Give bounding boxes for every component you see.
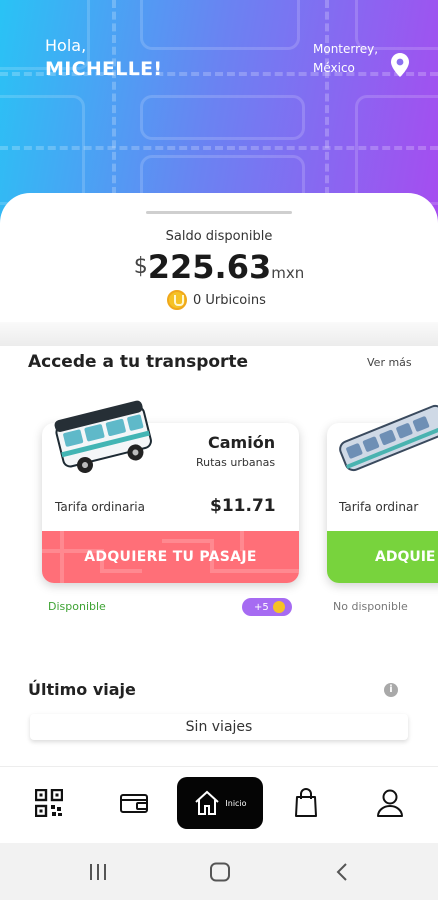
card-subtitle: Rutas urbanas (196, 456, 276, 469)
urbicoins: 0 Urbicoins (167, 290, 266, 310)
no-trips-box: Sin viajes (30, 714, 408, 740)
nav-home-label: Inicio (225, 798, 247, 808)
qr-code-icon (35, 789, 63, 817)
nav-wallet[interactable] (119, 784, 149, 822)
coin-reward-badge: +5 (242, 598, 292, 616)
balance-label: Saldo disponible (165, 229, 273, 244)
recent-apps-icon[interactable] (88, 863, 108, 881)
fare-label-2: Tarifa ordinar (339, 500, 419, 514)
profile-icon (377, 789, 403, 817)
currency-unit: mxn (271, 264, 305, 282)
currency-symbol: $ (133, 254, 148, 279)
buy-ticket-label-2: ADQUIE (375, 549, 436, 565)
card-status-available: Disponible (48, 600, 106, 613)
last-trip-title: Último viaje (28, 680, 136, 699)
location-pin-icon[interactable] (391, 53, 409, 77)
fare-label: Tarifa ordinaria (55, 500, 145, 514)
see-more-link[interactable]: Ver más (367, 356, 412, 369)
home-button-icon[interactable] (209, 862, 231, 882)
nav-profile[interactable] (375, 784, 405, 822)
card-status-unavailable: No disponible (333, 600, 408, 613)
buy-ticket-button-2[interactable]: ADQUIE (327, 531, 438, 583)
transport-section-title: Accede a tu transporte (28, 352, 249, 372)
buy-ticket-button[interactable]: ADQUIERE TU PASAJE (42, 531, 299, 583)
location-label[interactable]: Monterrey, México (313, 40, 378, 78)
fare-value: $11.71 (210, 496, 276, 516)
greeting-text: Hola, (45, 36, 87, 55)
user-name: MICHELLE! (45, 58, 163, 80)
card-title: Camión (208, 433, 276, 452)
info-icon[interactable]: i (384, 683, 398, 697)
coin-icon (273, 601, 285, 613)
sheet-handle[interactable] (146, 211, 292, 214)
badge-value: +5 (254, 601, 269, 613)
bus-icon (54, 400, 152, 474)
nav-qr[interactable] (34, 784, 64, 822)
location-country: México (313, 61, 355, 75)
shopping-bag-icon (295, 788, 317, 817)
train-icon (339, 404, 438, 472)
back-icon[interactable] (334, 862, 350, 882)
home-icon (195, 790, 220, 815)
urbicoins-count: 0 Urbicoins (193, 292, 266, 308)
nav-shop[interactable] (291, 784, 321, 822)
section-divider (0, 322, 438, 346)
balance-value: 225.63 (147, 248, 272, 286)
greeting: Hola, MICHELLE! (45, 36, 162, 82)
balance-amount: $225.63mxn (0, 248, 438, 286)
wallet-icon (120, 794, 148, 813)
location-city: Monterrey, (313, 42, 379, 56)
system-navigation-bar (0, 843, 438, 900)
urbicoin-icon (167, 290, 187, 310)
buy-ticket-label: ADQUIERE TU PASAJE (84, 549, 257, 565)
nav-home[interactable]: Inicio (177, 777, 263, 829)
